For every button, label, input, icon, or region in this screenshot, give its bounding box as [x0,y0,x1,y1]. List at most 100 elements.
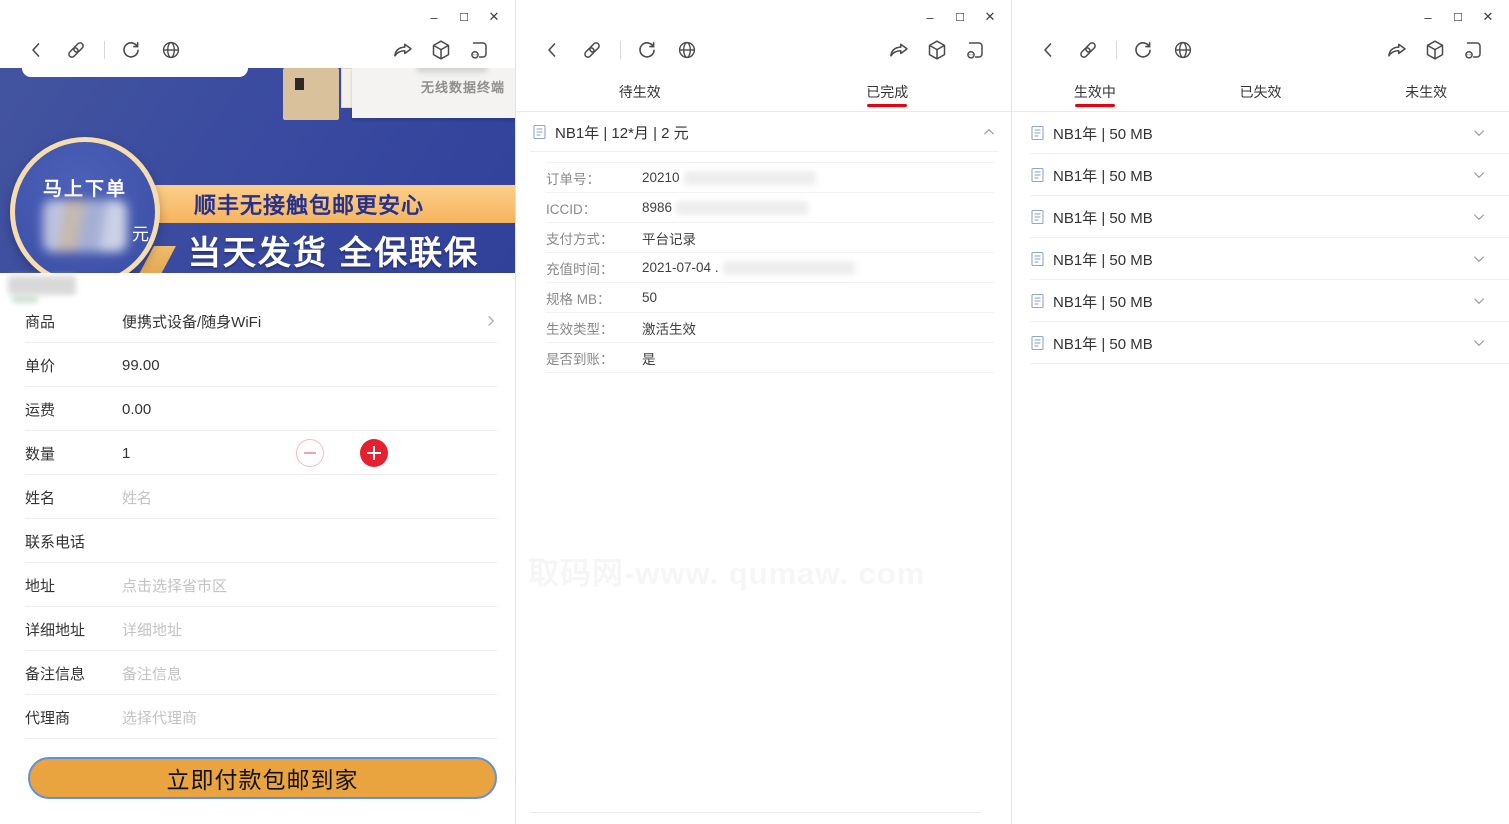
form-row-value: 1 [122,445,130,462]
detail-value: 20210 [642,170,680,185]
exit-miniprogram-icon[interactable] [1461,38,1485,62]
cube-icon[interactable] [429,38,453,62]
cube-icon[interactable] [925,38,949,62]
chevron-down-icon[interactable] [1471,167,1487,183]
package-list-item[interactable]: NB1年 | 50 MB [1012,322,1509,364]
document-icon [1030,335,1045,351]
share-icon[interactable] [391,38,415,62]
tab[interactable]: 待生效 [516,72,764,111]
form-row[interactable]: 运费 0.00 [0,387,515,431]
badge-text: 马上下单 [15,174,155,201]
refresh-icon[interactable] [1131,38,1155,62]
link-icon[interactable] [580,38,604,62]
exit-miniprogram-icon[interactable] [467,38,491,62]
close-button[interactable]: ✕ [479,5,509,29]
redacted-blur [676,201,808,215]
packages-window: – ☐ ✕ 生效中 已失效 未生效 NB1年 | 50 MB NB1年 | [1011,0,1509,824]
form-row[interactable]: 备注信息 备注信息 [0,651,515,695]
maximize-button[interactable]: ☐ [1443,5,1473,29]
tab-label: 已失效 [1240,82,1282,102]
quantity-minus-button[interactable] [296,439,324,467]
package-list-item[interactable]: NB1年 | 50 MB [1012,196,1509,238]
recharge-records-window: – ☐ ✕ 待生效 已完成 NB1年 | 12*月 | 2 元 订单号： 202… [515,0,1011,824]
form-row[interactable]: 单价 99.00 [0,343,515,387]
form-row[interactable]: 数量 1 [0,431,515,475]
packages-list: NB1年 | 50 MB NB1年 | 50 MB NB1年 | 50 MB N… [1012,112,1509,364]
detail-label: 充值时间： [546,258,642,278]
link-icon[interactable] [1076,38,1100,62]
close-button[interactable]: ✕ [975,5,1005,29]
form-row[interactable]: 详细地址 详细地址 [0,607,515,651]
detail-row: 规格 MB： 50 [546,283,995,313]
package-title: NB1年 | 50 MB [1053,291,1153,312]
toolbar-divider [104,41,105,59]
devtools-toolbar [0,34,515,66]
form-row-value: 99.00 [122,357,160,374]
back-icon[interactable] [1036,38,1060,62]
minimize-button[interactable]: – [1413,5,1443,29]
package-list-item[interactable]: NB1年 | 50 MB [1012,154,1509,196]
form-row[interactable]: 联系电话 [0,519,515,563]
form-row[interactable]: 商品 便携式设备/随身WiFi [0,299,515,343]
maximize-button[interactable]: ☐ [449,5,479,29]
detail-row: 订单号： 20210 [546,163,995,193]
tab-label: 待生效 [619,82,661,102]
back-icon[interactable] [540,38,564,62]
form-row[interactable]: 姓名 姓名 [0,475,515,519]
globe-icon[interactable] [159,38,183,62]
document-icon [1030,293,1045,309]
chevron-down-icon[interactable] [1471,293,1487,309]
share-icon[interactable] [1385,38,1409,62]
share-icon[interactable] [887,38,911,62]
tab-label: 生效中 [1074,82,1116,102]
package-title: NB1年 | 50 MB [1053,207,1153,228]
cube-icon[interactable] [1423,38,1447,62]
detail-row: 支付方式： 平台记录 [546,223,995,253]
tab[interactable]: 生效中 [1012,72,1178,111]
minimize-button[interactable]: – [419,5,449,29]
close-button[interactable]: ✕ [1473,5,1503,29]
packages-window-chrome: – ☐ ✕ [1012,0,1509,66]
package-list-item[interactable]: NB1年 | 50 MB [1012,238,1509,280]
tab[interactable]: 已失效 [1178,72,1344,111]
toolbar-divider [1116,41,1117,59]
detail-row: 充值时间： 2021-07-04 . [546,253,995,283]
form-row[interactable]: 地址 点击选择省市区 [0,563,515,607]
exit-miniprogram-icon[interactable] [963,38,987,62]
detail-row: 是否到账： 是 [546,343,995,373]
refresh-icon[interactable] [119,38,143,62]
records-window-chrome: – ☐ ✕ [516,0,1011,66]
record-list-item[interactable]: NB1年 | 12*月 | 2 元 [516,112,1011,152]
package-list-item[interactable]: NB1年 | 50 MB [1012,280,1509,322]
package-title: NB1年 | 50 MB [1053,123,1153,144]
chevron-down-icon[interactable] [1471,209,1487,225]
chevron-down-icon[interactable] [1471,125,1487,141]
devtools-toolbar [516,34,1011,66]
form-row-label: 姓名 [25,487,122,508]
tab[interactable]: 未生效 [1343,72,1509,111]
globe-icon[interactable] [675,38,699,62]
minimize-button[interactable]: – [915,5,945,29]
form-row-label: 单价 [25,355,122,376]
back-icon[interactable] [24,38,48,62]
package-list-item[interactable]: NB1年 | 50 MB [1012,112,1509,154]
banner-headline: 当天发货 全保联保 [152,226,515,273]
chevron-up-icon[interactable] [981,124,997,140]
record-title: NB1年 | 12*月 | 2 元 [555,122,689,143]
refresh-icon[interactable] [635,38,659,62]
chevron-right-icon [483,313,499,329]
tab[interactable]: 已完成 [764,72,1012,111]
link-icon[interactable] [64,38,88,62]
promo-banner[interactable]: 无线数据终端 顺丰无接触包邮更安心 当天发货 全保联保 马上下单 元 [0,68,515,273]
packages-tabbar: 生效中 已失效 未生效 [1012,72,1509,112]
maximize-button[interactable]: ☐ [945,5,975,29]
devtools-toolbar [1012,34,1509,66]
quantity-plus-button[interactable] [360,439,388,467]
form-row[interactable]: 代理商 选择代理商 [0,695,515,739]
pay-button[interactable]: 立即付款包邮到家 [28,757,497,799]
globe-icon[interactable] [1171,38,1195,62]
form-row-label: 商品 [25,311,122,332]
chevron-down-icon[interactable] [1471,251,1487,267]
package-title: NB1年 | 50 MB [1053,249,1153,270]
chevron-down-icon[interactable] [1471,335,1487,351]
